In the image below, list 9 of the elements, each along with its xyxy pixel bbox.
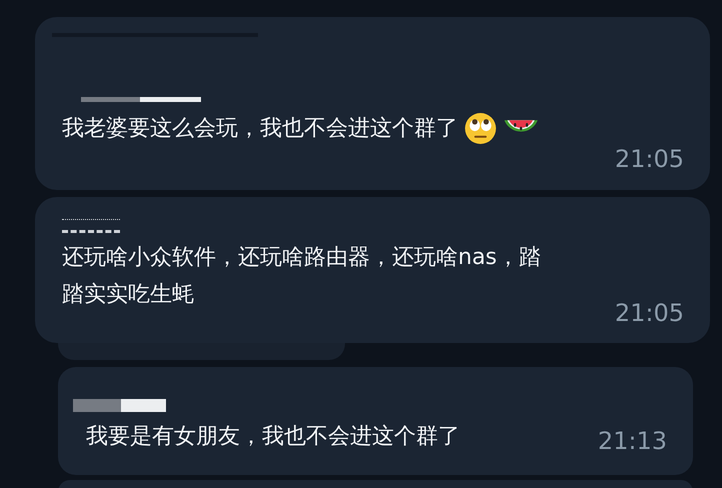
message-text: 我要是有女朋友，我也不会进这个群了 [86,423,460,451]
message-time: 21:05 [614,145,684,173]
message-text: 踏实实吃生蚝 [62,281,194,309]
message-time: 21:13 [598,427,667,455]
eye-roll-emoji-icon [464,112,497,145]
message-time: 21:05 [614,299,684,327]
message-text: 还玩啥小众软件，还玩啥路由器，还玩啥nas，踏 [62,244,541,272]
message-text: 我老婆要这么会玩，我也不会进这个群了 [62,115,458,143]
name-remnant-drawing [62,219,120,233]
